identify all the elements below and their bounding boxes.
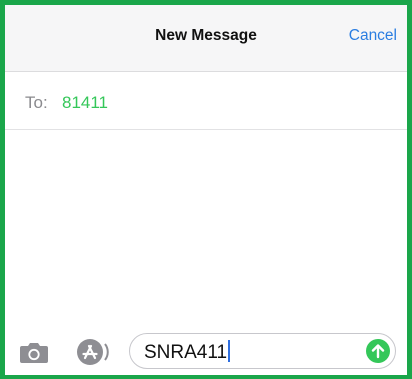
recipient-row[interactable]: To: 81411 [5,72,407,130]
compose-bar: SNRA411 [5,330,407,375]
send-arrow-up-icon [371,344,385,359]
message-input[interactable]: SNRA411 [129,333,396,369]
to-label: To: [25,93,48,112]
navigation-bar: New Message Cancel [5,5,407,72]
app-store-icon[interactable] [75,337,109,367]
send-button[interactable] [366,339,390,363]
page-title: New Message [155,27,257,44]
message-text: SNRA411 [144,340,231,364]
cancel-button[interactable]: Cancel [349,27,397,45]
message-text-value: SNRA411 [144,342,228,363]
camera-icon[interactable] [19,340,49,364]
conversation-area [5,130,407,320]
recipient-field[interactable]: 81411 [62,93,108,113]
text-caret [228,340,231,362]
screenshot-frame: New Message Cancel To: 81411 SNRA411 [0,0,412,379]
